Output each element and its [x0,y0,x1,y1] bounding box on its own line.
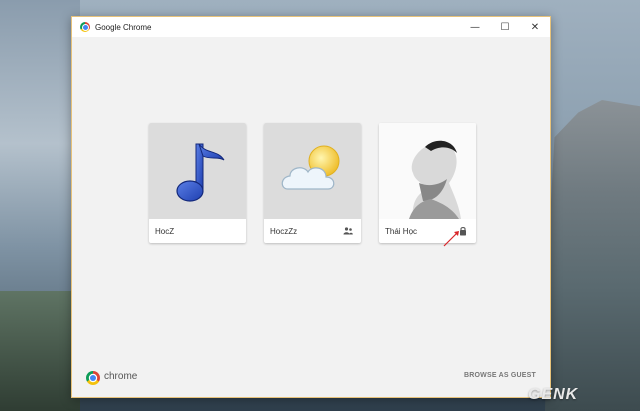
chrome-logo-icon [86,371,100,385]
supervised-user-icon [343,226,353,236]
profile-card-hocz[interactable]: HocZ [149,123,246,243]
annotation-arrow-icon [443,231,459,247]
minimize-button[interactable]: — [460,17,490,37]
browse-as-guest-button[interactable]: BROWSE AS GUEST [464,372,536,379]
desktop-background-hill [0,291,80,411]
profile-card-thai-hoc[interactable]: Thái Học [379,123,476,243]
chrome-wordmark: chrome [104,371,138,382]
profile-card-hoczzz[interactable]: HoczZz [264,123,361,243]
profile-avatar [149,123,246,219]
genk-watermark: GENK [528,386,579,403]
profile-name: HocZ [155,227,175,236]
chrome-logo-icon [80,22,90,32]
profile-name: Thái Học [385,227,418,236]
music-note-icon [175,143,224,202]
window-title: Google Chrome [95,22,152,32]
desktop-background-cliff [545,100,640,411]
window-controls: — ☐ ✕ [460,17,550,37]
weather-sun-cloud-icon [281,145,339,190]
close-button[interactable]: ✕ [520,17,550,37]
profile-avatar [264,123,361,219]
title-bar[interactable]: Google Chrome — ☐ ✕ [72,17,550,37]
maximize-button[interactable]: ☐ [490,17,520,37]
profile-photo [379,123,476,219]
profile-avatar [379,123,476,219]
chrome-profile-window: Google Chrome — ☐ ✕ HocZ HoczZz Thái Học… [71,16,551,398]
profile-name: HoczZz [270,227,298,236]
